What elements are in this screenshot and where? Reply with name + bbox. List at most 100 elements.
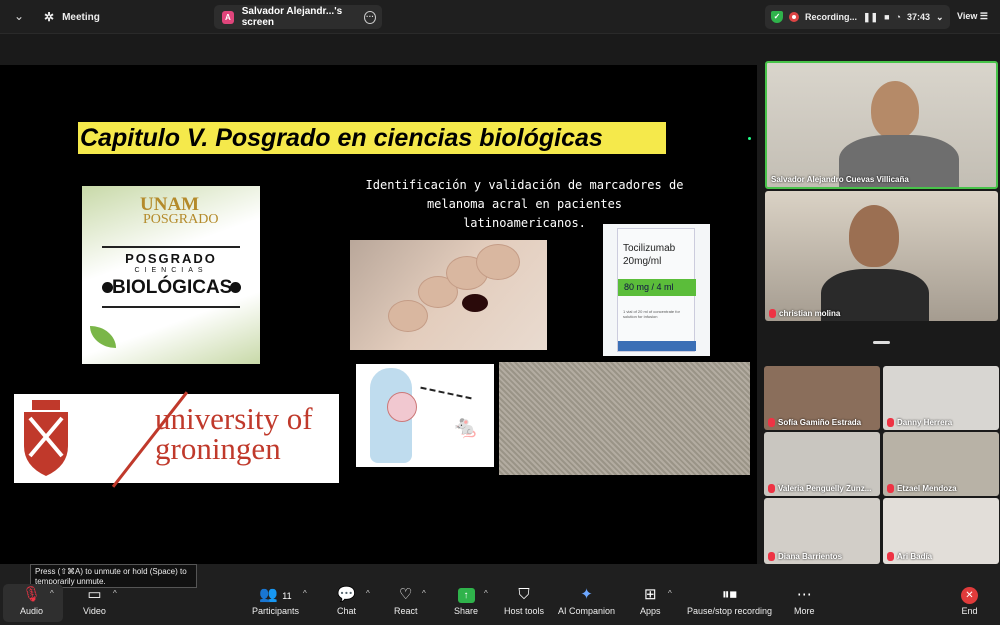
- end-button[interactable]: ✕ End: [961, 584, 978, 624]
- security-shield-icon[interactable]: ✓: [771, 11, 783, 23]
- end-label: End: [961, 606, 978, 616]
- audio-button[interactable]: 🎙 Audio: [20, 584, 43, 624]
- share-options-chevron-icon[interactable]: ^: [484, 589, 488, 598]
- collapse-chevron-icon[interactable]: ⌄: [14, 9, 24, 23]
- participant-name: christian molina: [779, 309, 841, 318]
- video-tile[interactable]: Etzael Mendoza: [883, 432, 999, 496]
- view-button[interactable]: View ☰: [957, 11, 988, 22]
- tocilizumab-box-image: Tocilizumab 20mg/ml 80 mg / 4 ml 1 vial …: [603, 224, 710, 356]
- chat-button[interactable]: 💬 Chat: [337, 584, 356, 624]
- video-tile[interactable]: Diana Barrientos: [764, 498, 880, 564]
- chat-icon: 💬: [337, 586, 356, 603]
- stop-icon[interactable]: ■: [884, 12, 889, 22]
- meeting-timer: 37:43: [906, 12, 931, 22]
- participant-name: Valeria Penguelly Zunz...: [778, 484, 872, 493]
- timer-chevron-icon[interactable]: ⌄: [936, 12, 944, 23]
- video-tile[interactable]: Salvador Alejandro Cuevas Villicaña: [765, 61, 998, 189]
- close-icon: ✕: [961, 587, 978, 604]
- mic-muted-icon: [768, 552, 775, 561]
- toe: [388, 300, 428, 332]
- paw-icon: ✲: [44, 10, 55, 24]
- mic-muted-icon: [769, 309, 776, 318]
- participant-name: Salvador Alejandro Cuevas Villicaña: [771, 175, 909, 184]
- apps-label: Apps: [640, 606, 661, 616]
- chat-label: Chat: [337, 606, 357, 616]
- participant-count: 11: [282, 591, 292, 601]
- leaf-icon: [90, 326, 116, 348]
- ai-companion-label: AI Companion: [558, 606, 616, 616]
- xenograft-diagram: 🐁: [356, 364, 494, 467]
- drug-name: Tocilizumab: [623, 243, 676, 254]
- drug-dose-band: 80 mg / 4 ml: [618, 279, 696, 296]
- video-tile[interactable]: christian molina: [765, 191, 998, 321]
- chat-options-chevron-icon[interactable]: ^: [366, 589, 370, 598]
- pause-stop-recording-button[interactable]: ⏸⏹ Pause/stop recording: [687, 584, 772, 624]
- arrow: [420, 386, 472, 400]
- biologicas-heading: BIOLÓGICAS: [112, 277, 233, 298]
- participants-button[interactable]: 👥 11 Participants: [252, 584, 299, 624]
- pause-icon[interactable]: ❚❚: [863, 12, 878, 23]
- react-button[interactable]: ♡ React: [394, 584, 418, 624]
- melanoma-lesion: [462, 294, 488, 312]
- mic-muted-icon: [887, 552, 894, 561]
- participants-label: Participants: [252, 606, 300, 616]
- apps-button[interactable]: ⊞ Apps: [640, 584, 661, 624]
- shield-icon: ⛉: [518, 586, 530, 603]
- video-tile[interactable]: Valeria Penguelly Zunz...: [764, 432, 880, 496]
- ciencias-heading: CIENCIAS: [134, 267, 208, 274]
- groningen-text: university of groningen: [155, 401, 313, 466]
- more-label: More: [794, 606, 815, 616]
- react-label: React: [394, 606, 418, 616]
- mic-muted-icon: 🎙: [21, 586, 42, 603]
- participant-name: Etzael Mendoza: [897, 484, 957, 493]
- share-button[interactable]: ↑ Share: [454, 584, 478, 624]
- tumor-cells: [387, 392, 417, 422]
- groningen-crest-icon: [24, 400, 68, 476]
- bullet-dot: [230, 282, 241, 293]
- posgrado-heading: POSGRADO: [125, 251, 217, 266]
- ai-companion-button[interactable]: ✦ AI Companion: [558, 584, 615, 624]
- video-camera-icon: ▭: [87, 586, 102, 603]
- recording-label: Recording...: [805, 12, 858, 22]
- audio-options-chevron-icon[interactable]: ^: [50, 589, 54, 598]
- participant-gallery: Salvador Alejandro Cuevas Villicaña chri…: [760, 34, 1000, 564]
- cell-culture-micrograph: [499, 362, 750, 475]
- video-tile[interactable]: Danny Herrera: [883, 366, 999, 430]
- participant-name: Diana Barrientos: [778, 552, 843, 561]
- react-options-chevron-icon[interactable]: ^: [422, 589, 426, 598]
- mic-muted-icon: [768, 418, 775, 427]
- participant-name: Danny Herrera: [897, 418, 953, 427]
- tab-meeting[interactable]: ✲ Meeting: [44, 6, 100, 28]
- pause-stop-icon: ⏸⏹: [722, 586, 738, 603]
- mic-muted-icon: [887, 484, 894, 493]
- apps-grid-icon: ⊞: [643, 586, 657, 603]
- meeting-tab-label: Meeting: [62, 11, 100, 23]
- drug-box-stripe: [618, 341, 696, 351]
- host-tools-button[interactable]: ⛉ Host tools: [504, 584, 544, 624]
- unam-posgrado-logo: UNAM POSGRADO POSGRADO CIENCIAS BIOLÓGIC…: [82, 186, 260, 364]
- more-options-icon[interactable]: ···: [364, 10, 376, 24]
- share-tab-label: Salvador Alejandr...'s screen: [241, 6, 343, 28]
- video-tile[interactable]: Sofía Gamiño Estrada: [764, 366, 880, 430]
- video-tile[interactable]: Ari Badía: [883, 498, 999, 564]
- participants-icon: 👥 11: [259, 586, 292, 603]
- video-button[interactable]: ▭ Video: [83, 584, 106, 624]
- sharer-avatar: A: [222, 10, 234, 24]
- groningen-logo: university of groningen: [14, 391, 339, 488]
- drug-box: Tocilizumab 20mg/ml 80 mg / 4 ml 1 vial …: [617, 228, 696, 352]
- meeting-topbar: ⌄ ✲ Meeting A Salvador Alejandr...'s scr…: [0, 0, 1000, 34]
- participants-options-chevron-icon[interactable]: ^: [303, 589, 307, 598]
- participant-name: Sofía Gamiño Estrada: [778, 418, 862, 427]
- drug-concentration: 20mg/ml: [623, 256, 662, 267]
- mic-muted-icon: [768, 484, 775, 493]
- clock-icon: ◔: [895, 12, 901, 22]
- tab-shared-screen[interactable]: A Salvador Alejandr...'s screen ···: [214, 5, 382, 29]
- acral-melanoma-photo: [350, 240, 547, 350]
- more-button[interactable]: ⋯ More: [794, 584, 815, 624]
- video-options-chevron-icon[interactable]: ^: [113, 589, 117, 598]
- divider: [102, 306, 240, 308]
- person: [871, 81, 919, 139]
- resize-handle[interactable]: [873, 341, 890, 344]
- apps-options-chevron-icon[interactable]: ^: [668, 589, 672, 598]
- drug-fine-print: 1 vial of 20 ml of concentrate for solut…: [623, 309, 680, 319]
